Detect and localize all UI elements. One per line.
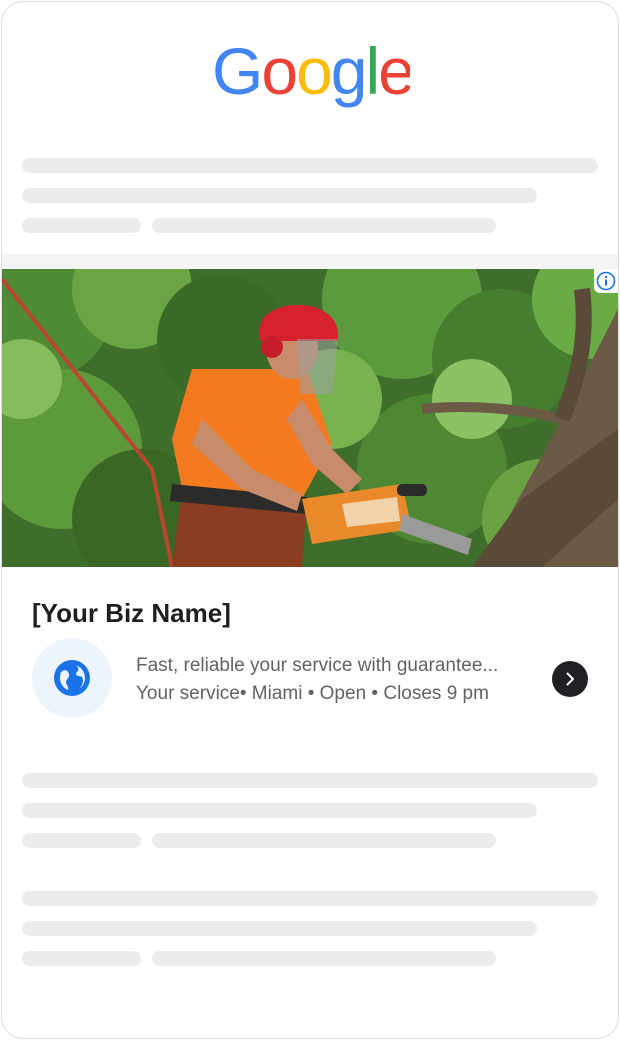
ad-separator	[2, 254, 618, 269]
logo-letter: G	[212, 38, 261, 108]
business-icon	[32, 638, 112, 718]
placeholder-line	[22, 951, 141, 966]
ad-image[interactable]	[2, 269, 618, 567]
placeholder-line	[152, 218, 496, 233]
globe-icon	[54, 660, 90, 696]
placeholder-line	[22, 833, 141, 848]
placeholder-line	[22, 158, 598, 173]
svg-text:Google: Google	[212, 38, 410, 108]
placeholder-line	[152, 833, 496, 848]
logo-letter: l	[366, 38, 379, 108]
logo-letter: o	[296, 38, 331, 108]
ad-meta-info: Your service• Miami • Open • Closes 9 pm	[136, 683, 489, 704]
phone-frame: Google [Your Biz Name] Fast, reliable yo…	[1, 1, 619, 1039]
business-name[interactable]: [Your Biz Name]	[32, 598, 231, 629]
open-ad-button[interactable]	[552, 661, 588, 697]
placeholder-line	[152, 951, 496, 966]
chevron-right-icon	[566, 672, 574, 686]
google-logo: Google	[2, 38, 618, 108]
logo-letter: g	[331, 38, 366, 108]
logo-letter: o	[261, 38, 296, 108]
placeholder-line	[22, 891, 598, 906]
placeholder-line	[22, 921, 537, 936]
placeholder-line	[22, 218, 141, 233]
placeholder-line	[22, 773, 598, 788]
placeholder-line	[22, 803, 537, 818]
ad-description: Fast, reliable your service with guarant…	[136, 655, 499, 676]
logo-letter: e	[378, 38, 410, 108]
info-icon[interactable]	[594, 269, 618, 293]
placeholder-line	[22, 188, 537, 203]
